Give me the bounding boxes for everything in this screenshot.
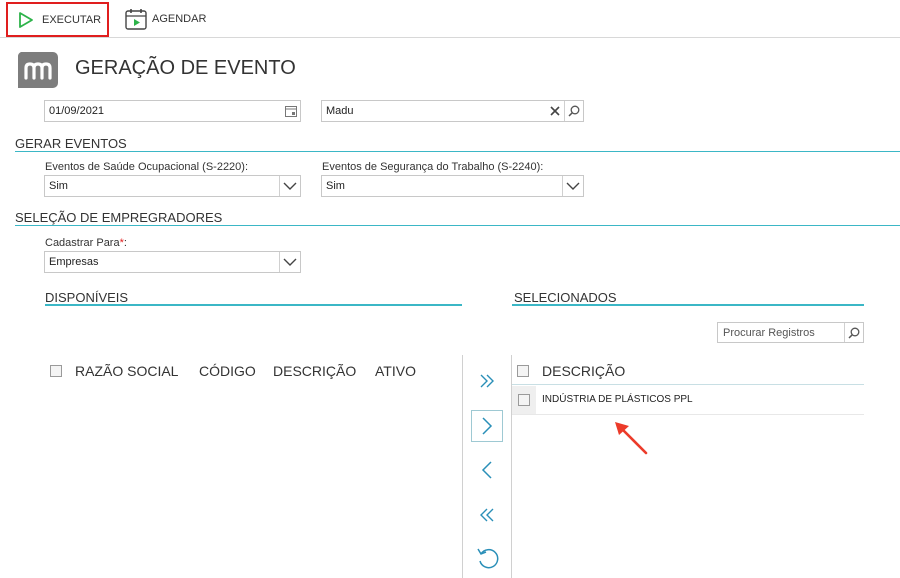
column-codigo[interactable]: CÓDIGO (199, 363, 256, 379)
calendar-play-icon (125, 9, 147, 30)
clear-icon[interactable] (546, 101, 564, 121)
s2240-select[interactable]: Sim (321, 175, 584, 197)
move-all-left-button[interactable] (472, 500, 502, 530)
label-colon: : (123, 237, 127, 249)
cadastrar-label: Cadastrar Para*: (45, 237, 127, 249)
selected-select-all-checkbox[interactable] (517, 365, 529, 377)
reset-button[interactable] (472, 543, 502, 573)
employer-value: Madu (326, 105, 354, 117)
column-ativo[interactable]: ATIVO (375, 363, 416, 379)
selected-title: SELECIONADOS (514, 290, 617, 305)
search-records-field[interactable]: Procurar Registros (717, 322, 864, 343)
refresh-icon (477, 548, 499, 569)
chevron-down-icon[interactable] (280, 252, 300, 272)
toolbar-divider (0, 37, 900, 38)
double-chevron-left-icon (480, 508, 494, 522)
section-title-selecao: SELEÇÃO DE EMPREGRADORES (15, 210, 223, 225)
search-icon[interactable] (565, 101, 583, 121)
s2240-value: Sim (326, 180, 345, 192)
section-title-gerar-eventos: GERAR EVENTOS (15, 136, 127, 151)
available-divider (45, 304, 462, 306)
s2220-label: Eventos de Saúde Ocupacional (S-2220): (45, 161, 249, 173)
execute-label: EXECUTAR (42, 13, 102, 26)
cadastrar-select[interactable]: Empresas (44, 251, 301, 273)
chevron-down-icon[interactable] (563, 176, 583, 196)
s2220-value: Sim (49, 180, 68, 192)
pointer-arrow-icon (615, 422, 648, 455)
move-all-right-button[interactable] (472, 366, 502, 396)
double-chevron-right-icon (480, 374, 494, 388)
search-icon[interactable] (845, 327, 863, 339)
s2240-label: Eventos de Segurança do Trabalho (S-2240… (322, 161, 544, 173)
chevron-down-icon[interactable] (280, 176, 300, 196)
available-select-all-checkbox[interactable] (50, 365, 62, 377)
section-divider (15, 151, 900, 152)
move-right-button[interactable] (471, 410, 503, 442)
move-left-button[interactable] (472, 455, 502, 485)
chevron-left-icon (481, 461, 492, 479)
page-title: GERAÇÃO DE EVENTO (75, 57, 296, 79)
search-placeholder: Procurar Registros (723, 326, 815, 339)
date-value: 01/09/2021 (49, 105, 105, 117)
row-description: INDÚSTRIA DE PLÁSTICOS PPL (542, 394, 693, 405)
play-icon (19, 11, 33, 28)
column-descricao-selected[interactable]: DESCRIÇÃO (542, 363, 625, 379)
schedule-button[interactable]: AGENDAR (124, 6, 206, 32)
selected-divider (512, 304, 864, 306)
app-logo (17, 52, 58, 88)
execute-button[interactable]: EXECUTAR (6, 2, 109, 37)
table-row[interactable]: INDÚSTRIA DE PLÁSTICOS PPL (512, 386, 864, 415)
mover-left-border (462, 355, 463, 578)
row-checkbox[interactable] (518, 394, 530, 406)
s2220-select[interactable]: Sim (44, 175, 301, 197)
schedule-label: AGENDAR (152, 13, 207, 25)
cadastrar-label-text: Cadastrar Para (45, 237, 120, 249)
selected-header-divider (512, 384, 864, 385)
column-razao-social[interactable]: RAZÃO SOCIAL (75, 363, 178, 379)
date-field[interactable]: 01/09/2021 (44, 100, 301, 122)
cadastrar-value: Empresas (49, 256, 99, 268)
column-descricao[interactable]: DESCRIÇÃO (273, 363, 356, 379)
row-checkbox-cell[interactable] (512, 386, 536, 414)
section-divider (15, 225, 900, 226)
available-title: DISPONÍVEIS (45, 290, 129, 305)
chevron-right-icon (482, 417, 493, 435)
employer-field[interactable]: Madu (321, 100, 584, 122)
calendar-icon[interactable] (282, 101, 300, 121)
